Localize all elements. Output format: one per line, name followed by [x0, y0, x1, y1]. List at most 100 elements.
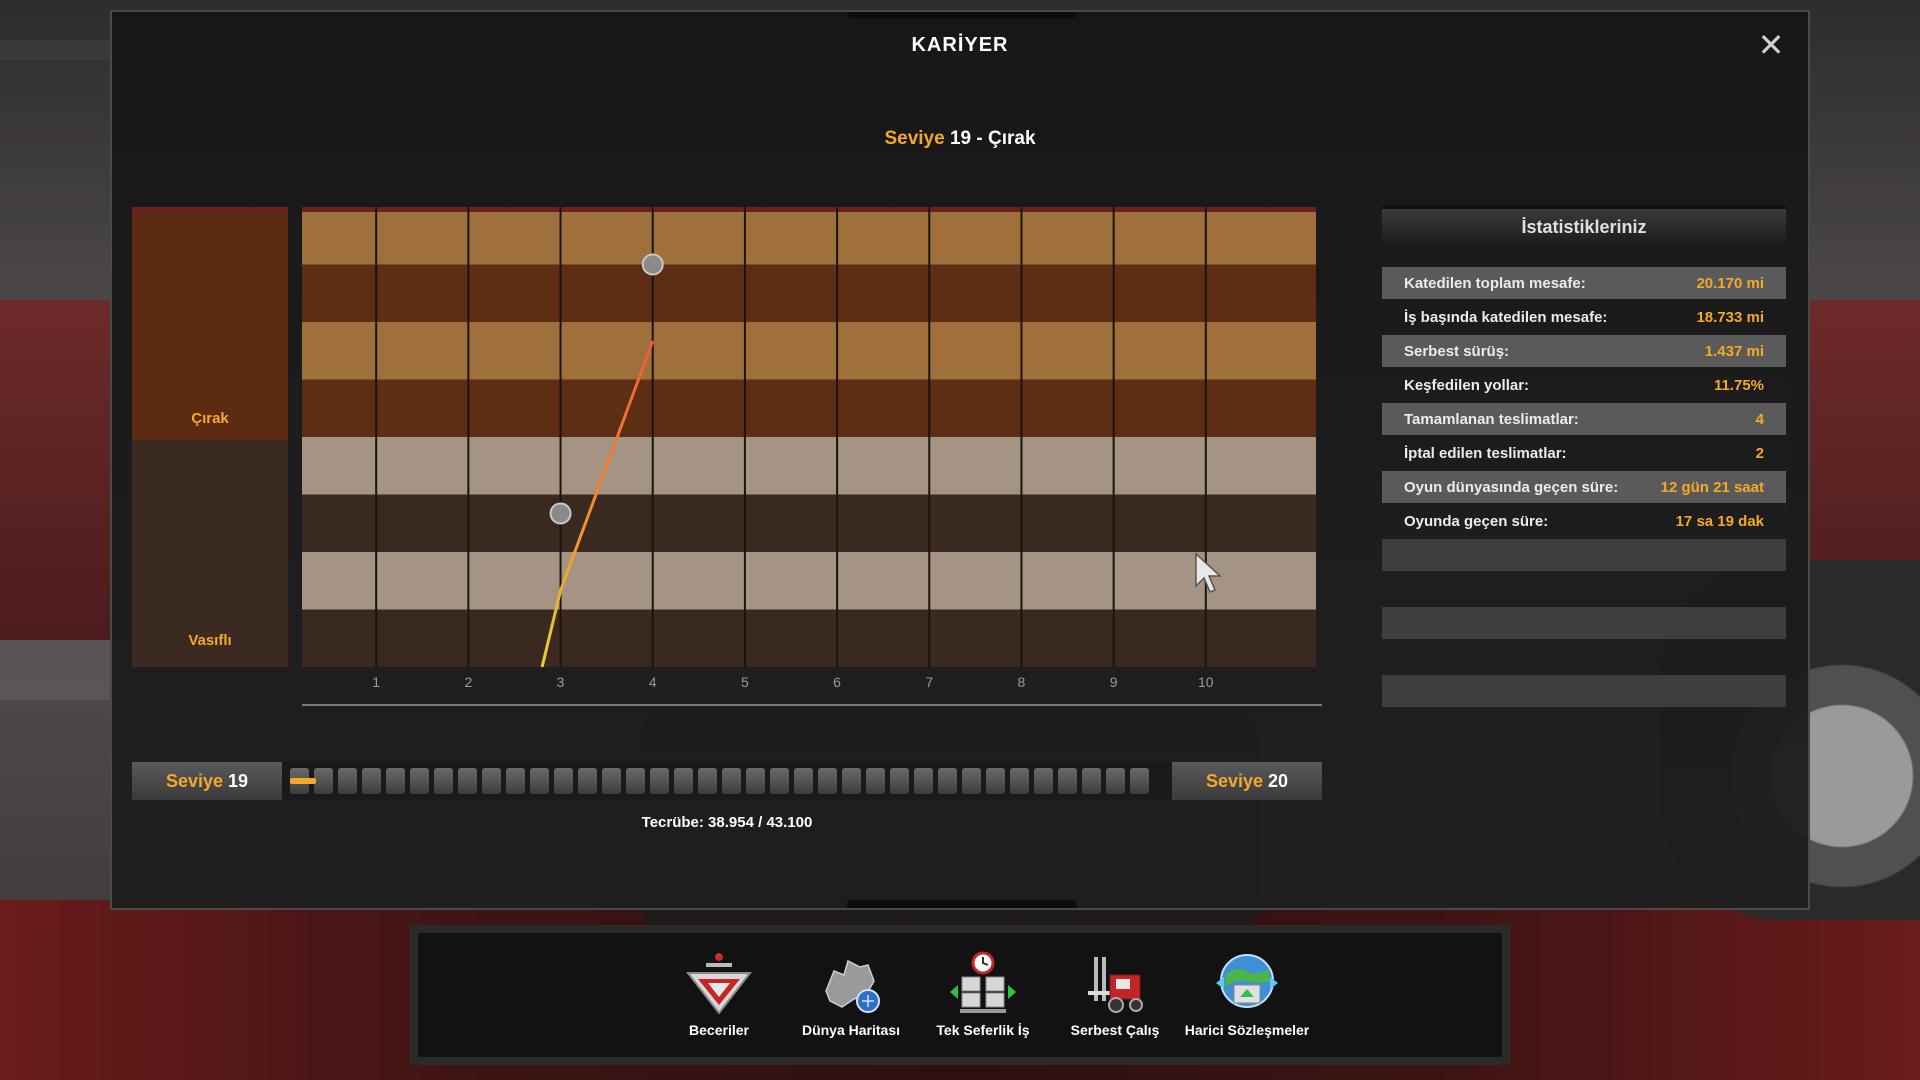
- xp-segment: [842, 768, 861, 794]
- level-heading-rest: 19 - Çırak: [944, 128, 1036, 149]
- stat-label: Katedilen toplam mesafe:: [1404, 274, 1586, 292]
- chart-band: [302, 552, 1316, 610]
- experience-text: Tecrübe: 38.954 / 43.100: [641, 814, 813, 831]
- rank-label-lower: Vasıflı: [188, 632, 232, 649]
- world-map-icon: [825, 959, 880, 1013]
- stat-row-empty: [1382, 675, 1786, 707]
- xp-segment: [434, 768, 453, 794]
- close-button[interactable]: ✕: [1756, 29, 1786, 61]
- stats-list: Katedilen toplam mesafe: 20.170 mi İş başı…: [1382, 245, 1786, 707]
- chart-band: [302, 437, 1316, 495]
- stat-label: Serbest sürüş:: [1404, 342, 1510, 360]
- chart-band: [302, 609, 1316, 667]
- stat-label: Tamamlanan teslimatlar:: [1404, 410, 1579, 428]
- next-level-badge: Seviye 20: [1172, 762, 1322, 800]
- stat-label: İptal edilen teslimatlar:: [1404, 444, 1567, 462]
- stat-label: İş başında katedilen mesafe:: [1404, 308, 1608, 326]
- x-tick-label: 5: [741, 674, 749, 690]
- current-level-badge: Seviye 19: [132, 762, 282, 800]
- stat-row: Serbest sürüş: 1.437 mi: [1382, 335, 1786, 367]
- cargo-market-icon: [1088, 957, 1143, 1013]
- stats-header: İstatistikleriniz: [1382, 205, 1786, 245]
- stat-row: Tamamlanan teslimatlar: 4: [1382, 403, 1786, 435]
- x-tick-label: 2: [464, 674, 473, 690]
- xp-segment: [650, 768, 669, 794]
- x-tick-label: 4: [648, 674, 657, 690]
- chart-band: [302, 494, 1316, 552]
- xp-segment: [1106, 768, 1125, 794]
- xp-segment: [554, 768, 573, 794]
- xp-segment: [314, 768, 333, 794]
- xp-segment: [602, 768, 621, 794]
- x-tick-label: 1: [372, 674, 381, 690]
- xp-segment: [1010, 768, 1029, 794]
- xp-segment: [1082, 768, 1101, 794]
- level-word: Seviye: [884, 128, 945, 149]
- external-contracts-button[interactable]: Harici Sözleşmeler: [1182, 933, 1312, 1057]
- stat-row-empty: [1382, 607, 1786, 639]
- xp-segment: [818, 768, 837, 794]
- xp-segment: [626, 768, 645, 794]
- xp-segment: [578, 768, 597, 794]
- xp-segment: [1058, 768, 1077, 794]
- stat-value: 20.170 mi: [1696, 274, 1764, 292]
- world-map-button[interactable]: Dünya Haritası: [786, 933, 916, 1057]
- xp-segment: [698, 768, 717, 794]
- toolbar-label: Harici Sözleşmeler: [1184, 1022, 1310, 1038]
- xp-segment: [962, 768, 981, 794]
- skills-icon: [685, 953, 753, 1015]
- stat-value: 18.733 mi: [1696, 308, 1764, 326]
- xp-segment: [866, 768, 885, 794]
- window-title: KARİYER: [911, 34, 1009, 56]
- xp-segment: [794, 768, 813, 794]
- freight-market-button[interactable]: Tek Seferlik İş: [918, 933, 1048, 1057]
- stat-value: 12 gün 21 saat: [1660, 478, 1764, 496]
- x-tick-label: 9: [1109, 674, 1118, 690]
- x-tick-label: 7: [925, 674, 934, 690]
- stat-value: 4: [1755, 410, 1764, 428]
- stats-panel: İstatistikleriniz Katedilen toplam mesaf…: [1382, 205, 1786, 707]
- xp-segment: [938, 768, 957, 794]
- stat-row: Keşfedilen yollar: 11.75%: [1382, 369, 1786, 401]
- chart-top-border: [302, 207, 1316, 212]
- stat-label: Oyun dünyasında geçen süre:: [1404, 478, 1619, 496]
- toolbar-label: Tek Seferlik İş: [936, 1022, 1030, 1038]
- experience-bar: Seviye 19 Seviye 20: [132, 762, 1322, 800]
- toolbar-label: Beceriler: [689, 1022, 749, 1038]
- stat-value: 2: [1755, 444, 1764, 462]
- stat-label: Keşfedilen yollar:: [1404, 376, 1530, 394]
- stat-row: İş başında katedilen mesafe: 18.733 mi: [1382, 301, 1786, 333]
- level-heading: Seviye 19 - Çırak: [112, 128, 1808, 150]
- xp-segment: [338, 768, 357, 794]
- stat-row: Oyun dünyasında geçen süre: 12 gün 21 saa…: [1382, 471, 1786, 503]
- xp-segment: [722, 768, 741, 794]
- chart-band: [302, 379, 1316, 437]
- xp-segment: [458, 768, 477, 794]
- xp-segment: [386, 768, 405, 794]
- mouse-cursor-icon: [1195, 552, 1222, 593]
- stat-value: 11.75%: [1713, 376, 1764, 394]
- skills-button[interactable]: Beceriler: [654, 933, 784, 1057]
- xp-segment: [1034, 768, 1053, 794]
- chart-band: [302, 264, 1316, 322]
- xp-segment: [1130, 768, 1149, 794]
- xp-segment: [362, 768, 381, 794]
- chart-point: [549, 502, 572, 525]
- stat-label: Oyunda geçen süre:: [1404, 512, 1549, 530]
- stat-row: İptal edilen teslimatlar: 2: [1382, 437, 1786, 469]
- career-window: KARİYER ✕ Seviye 19 - Çırak Çırak Vasıfl…: [110, 10, 1810, 910]
- xp-segment: [482, 768, 501, 794]
- x-axis-line: [302, 704, 1322, 706]
- rank-label-upper: Çırak: [191, 410, 229, 427]
- chart-band: [302, 322, 1316, 380]
- stat-value: 1.437 mi: [1704, 342, 1764, 360]
- external-contracts-icon: [1216, 954, 1278, 1008]
- xp-segment: [746, 768, 765, 794]
- stat-value: 17 sa 19 dak: [1675, 512, 1764, 530]
- x-tick-label: 6: [833, 674, 841, 690]
- xp-segment: [530, 768, 549, 794]
- chart-band: [302, 207, 1316, 265]
- xp-segment: [986, 768, 1005, 794]
- xp-segment: [506, 768, 525, 794]
- cargo-market-button[interactable]: Serbest Çalış: [1050, 933, 1180, 1057]
